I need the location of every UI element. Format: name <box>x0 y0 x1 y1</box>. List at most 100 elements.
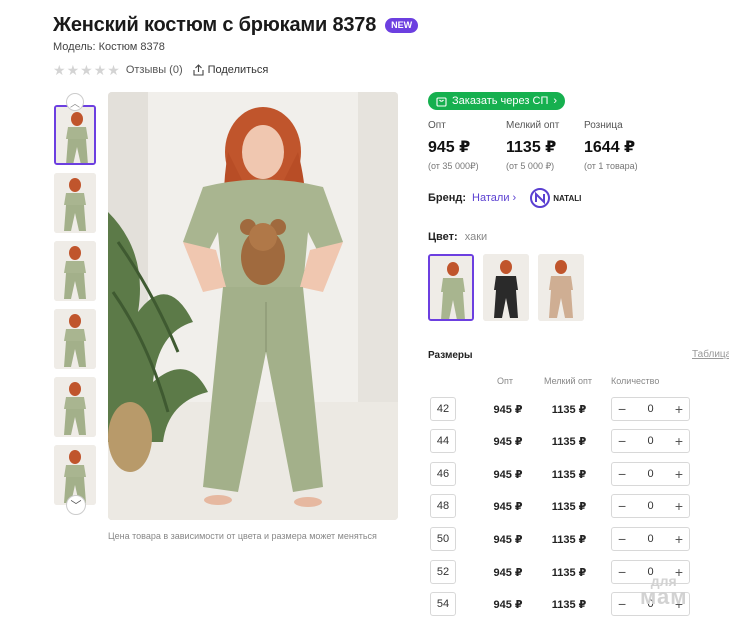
minus-icon[interactable]: − <box>618 402 626 416</box>
thumbnail[interactable] <box>54 105 96 165</box>
thumbnail[interactable] <box>54 377 96 437</box>
thumbnail[interactable] <box>54 173 96 233</box>
quantity-value[interactable]: 0 <box>647 500 653 512</box>
star-icon: ★ <box>53 62 66 78</box>
new-badge: NEW <box>385 18 419 33</box>
size-opt-price: 945 ₽ <box>493 534 523 546</box>
size-label: 44 <box>430 429 456 453</box>
plus-icon[interactable]: + <box>675 402 683 416</box>
size-row: 46 945 ₽ 1135 ₽ − 0 + <box>430 462 700 486</box>
chevron-right-icon: › <box>512 192 517 204</box>
brand-row: Бренд: Натали › NATALI <box>428 188 581 208</box>
size-opt-price: 945 ₽ <box>493 599 523 611</box>
price-value: 1135 ₽ <box>506 139 557 156</box>
thumbnail[interactable] <box>54 309 96 369</box>
reviews-link[interactable]: Отзывы (0) <box>126 64 183 76</box>
quantity-value[interactable]: 0 <box>647 468 653 480</box>
natali-logo-icon <box>530 188 551 208</box>
minus-icon[interactable]: − <box>618 532 626 546</box>
color-swatch[interactable] <box>538 254 584 321</box>
main-product-photo[interactable] <box>108 92 398 520</box>
color-swatch[interactable] <box>483 254 529 321</box>
minus-icon[interactable]: − <box>618 499 626 513</box>
minus-icon[interactable]: − <box>618 467 626 481</box>
share-button[interactable]: Поделиться <box>193 64 268 76</box>
star-icon: ★ <box>107 62 120 78</box>
size-label: 52 <box>430 560 456 584</box>
header-opt: Опт <box>497 376 513 386</box>
size-table-link[interactable]: Таблица <box>692 349 729 360</box>
quantity-stepper: − 0 + <box>611 462 690 486</box>
brand-logo[interactable]: NATALI <box>530 188 581 208</box>
price-condition: (от 1 товара) <box>584 161 638 171</box>
quantity-value[interactable]: 0 <box>647 533 653 545</box>
quantity-value[interactable]: 0 <box>647 403 653 415</box>
chevron-down-icon: ﹀ <box>70 500 82 512</box>
brand-link[interactable]: Натали › <box>472 192 516 204</box>
size-opt-price: 945 ₽ <box>493 469 523 481</box>
size-opt-price: 945 ₽ <box>493 501 523 513</box>
share-icon <box>193 64 204 76</box>
rating-row: ★ ★ ★ ★ ★ Отзывы (0) Поделиться <box>53 63 268 77</box>
size-row: 50 945 ₽ 1135 ₽ − 0 + <box>430 527 700 551</box>
sizes-title: Размеры <box>428 350 473 361</box>
quantity-stepper: − 0 + <box>611 527 690 551</box>
size-small-opt-price: 1135 ₽ <box>551 501 587 513</box>
size-label: 42 <box>430 397 456 421</box>
price-column: Мелкий опт 1135 ₽ (от 5 000 ₽) <box>506 120 584 172</box>
thumbnails-up-button[interactable]: ︿ <box>66 93 84 111</box>
quantity-stepper: − 0 + <box>611 494 690 518</box>
product-photo-image <box>108 92 398 520</box>
minus-icon[interactable]: − <box>618 434 626 448</box>
size-label: 46 <box>430 462 456 486</box>
price-column: Розница 1644 ₽ (от 1 товара) <box>584 120 662 172</box>
order-sp-label: Заказать через СП <box>452 95 549 107</box>
plus-icon[interactable]: + <box>675 532 683 546</box>
header-quantity: Количество <box>611 376 660 386</box>
model-label: Модель: Костюм 8378 <box>53 41 165 53</box>
chevron-up-icon: ︿ <box>70 98 80 110</box>
thumbnails-down-button[interactable]: ﹀ <box>66 495 86 515</box>
quantity-stepper: − 0 + <box>611 429 690 453</box>
size-row: 44 945 ₽ 1135 ₽ − 0 + <box>430 429 700 453</box>
price-condition: (от 5 000 ₽) <box>506 161 555 171</box>
brand-label: Бренд: <box>428 192 467 204</box>
size-small-opt-price: 1135 ₽ <box>551 436 587 448</box>
star-icon: ★ <box>80 62 93 78</box>
quantity-value[interactable]: 0 <box>647 435 653 447</box>
price-note: Цена товара в зависимости от цвета и раз… <box>108 531 377 541</box>
size-opt-price: 945 ₽ <box>493 567 523 579</box>
plus-icon[interactable]: + <box>675 467 683 481</box>
thumbnail[interactable] <box>54 241 96 301</box>
size-small-opt-price: 1135 ₽ <box>551 534 587 546</box>
plus-icon[interactable]: + <box>675 434 683 448</box>
minus-icon[interactable]: − <box>618 565 626 579</box>
size-small-opt-price: 1135 ₽ <box>551 567 587 579</box>
star-icon: ★ <box>66 62 80 78</box>
brand-logo-text: NATALI <box>553 193 582 203</box>
page-title: Женский костюм с брюками 8378 <box>53 14 377 36</box>
star-icon: ★ <box>93 62 107 78</box>
minus-icon[interactable]: − <box>618 597 626 611</box>
watermark-line2: мам <box>640 584 688 609</box>
rating-stars: ★ ★ ★ ★ ★ <box>53 63 120 77</box>
brand-name: Натали <box>472 192 510 204</box>
price-label: Мелкий опт <box>506 120 560 131</box>
header-small-opt: Мелкий опт <box>544 376 593 386</box>
title-row: Женский костюм с брюками 8378 NEW <box>53 14 419 37</box>
order-sp-button[interactable]: Заказать через СП › <box>428 92 566 110</box>
cart-icon <box>436 96 447 107</box>
size-label: 50 <box>430 527 456 551</box>
size-row: 42 945 ₽ 1135 ₽ − 0 + <box>430 397 700 421</box>
color-value: хаки <box>464 231 488 243</box>
size-opt-price: 945 ₽ <box>493 436 523 448</box>
plus-icon[interactable]: + <box>675 499 683 513</box>
thumbnail-image <box>54 377 96 437</box>
price-label: Опт <box>428 120 446 131</box>
size-label: 54 <box>430 592 456 616</box>
price-label: Розница <box>584 120 623 131</box>
size-small-opt-price: 1135 ₽ <box>551 599 587 611</box>
thumbnail-image <box>54 173 96 233</box>
color-swatch[interactable] <box>428 254 474 321</box>
swatch-image <box>430 256 472 319</box>
